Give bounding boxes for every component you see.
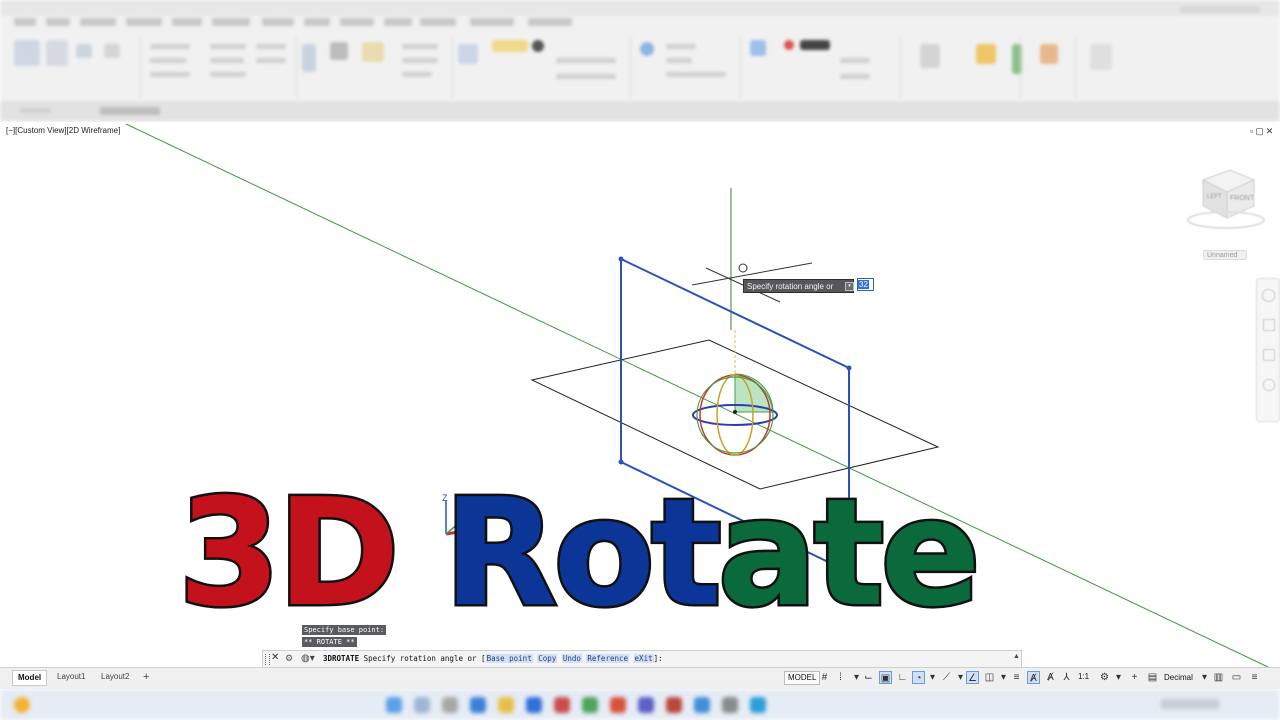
app-icon[interactable] [694, 697, 710, 713]
wrench-icon[interactable]: ⚙ [285, 653, 293, 664]
annotation-visibility-icon[interactable]: Ⱥ [1044, 671, 1057, 684]
option-base-point[interactable]: Base point [485, 654, 533, 663]
chevron-up-icon[interactable]: ▲ [1013, 653, 1020, 660]
object-snap-tracking-icon[interactable]: ◫ [983, 671, 996, 684]
autocad-icon[interactable] [666, 697, 682, 713]
osnap-icon[interactable]: ∠ [966, 671, 979, 684]
title-3d: 3D [176, 467, 403, 639]
tab-layout2[interactable]: Layout2 [96, 670, 134, 684]
video-title-overlay: 3D Rotate [176, 476, 984, 631]
browser-icon[interactable] [526, 697, 542, 713]
zoom-icon[interactable] [1263, 349, 1275, 361]
task-view-icon[interactable] [442, 697, 458, 713]
annotation-icon[interactable]: Ⱥ [1027, 671, 1040, 684]
units-dropdown[interactable]: Decimal [1164, 673, 1193, 682]
app-icon[interactable] [554, 697, 570, 713]
navigation-bar[interactable] [1256, 278, 1280, 422]
chevron-down-icon[interactable]: ▾ [1112, 671, 1125, 684]
os-taskbar [0, 689, 1280, 720]
history-line: ** ROTATE ** [302, 637, 357, 647]
dynamic-input-icon[interactable]: ▣ [879, 671, 892, 684]
command-history: Specify base point: ** ROTATE ** [302, 625, 387, 649]
rotation-angle-input[interactable]: 32 [857, 278, 874, 291]
history-line: Specify base point: [302, 625, 387, 635]
model-space-button[interactable]: MODEL [784, 671, 821, 685]
app-icon[interactable] [582, 697, 598, 713]
command-prompt-end: ]: [653, 654, 663, 663]
app-icon[interactable] [470, 697, 486, 713]
command-line[interactable]: ✕ ⚙ ◍▾ 3DROTATE Specify rotation angle o… [262, 650, 1022, 668]
widget-icon[interactable] [14, 697, 30, 713]
orbit-icon[interactable] [1263, 379, 1275, 391]
option-exit[interactable]: eXit [633, 654, 654, 663]
start-icon[interactable] [386, 697, 402, 713]
viewcube-front-face[interactable]: FRONT [1230, 195, 1255, 202]
viewcube-left-face[interactable]: LEFT [1207, 194, 1222, 200]
polar-icon[interactable]: ◔ [912, 671, 925, 684]
workspace-icon[interactable]: ⚙ [1098, 671, 1111, 684]
command-prompt-text: Specify rotation angle or [ [363, 654, 486, 663]
chevron-down-icon[interactable]: ▾ [997, 671, 1010, 684]
system-tray[interactable] [1160, 699, 1220, 709]
rotate-gizmo[interactable] [692, 373, 778, 456]
quick-properties-icon[interactable]: ▥ [1212, 671, 1225, 684]
title-ate: ate [715, 467, 983, 639]
command-line-grip[interactable] [265, 654, 270, 665]
title-rot: Rot [441, 467, 724, 639]
tab-layout1[interactable]: Layout1 [52, 670, 90, 684]
app-icon[interactable] [610, 697, 626, 713]
grid-icon[interactable]: # [818, 671, 831, 684]
chevron-down-icon[interactable]: ▾ [926, 671, 939, 684]
clean-screen-icon[interactable]: ▭ [1230, 671, 1243, 684]
command-name: 3DROTATE [323, 654, 360, 663]
annotation-scale[interactable]: 1:1 [1078, 672, 1089, 681]
option-undo[interactable]: Undo [561, 654, 582, 663]
add-layout-button[interactable]: + [138, 670, 154, 684]
steering-wheel-icon[interactable] [1262, 289, 1275, 302]
rotation-angle-value[interactable]: 32 [858, 280, 869, 289]
app-icon[interactable] [722, 697, 738, 713]
pan-icon[interactable] [1263, 319, 1275, 331]
dynamic-input-tooltip: Specify rotation angle or [743, 279, 854, 293]
app-icon[interactable] [750, 697, 766, 713]
units-icon[interactable]: ▤ [1146, 671, 1159, 684]
tooltip-options-arrow[interactable]: ▾ [845, 282, 854, 291]
command-prompt[interactable]: 3DROTATE Specify rotation angle or [Base… [323, 654, 663, 663]
customize-icon[interactable]: ≡ [1248, 671, 1261, 684]
folder-icon[interactable] [498, 697, 514, 713]
osnap-marker [738, 263, 748, 273]
chevron-down-icon[interactable]: ▾ [1198, 671, 1211, 684]
app-icon[interactable] [638, 697, 654, 713]
ortho-icon[interactable]: ∟ [896, 671, 909, 684]
tab-model[interactable]: Model [12, 670, 48, 686]
close-icon[interactable]: ✕ [271, 652, 279, 663]
option-reference[interactable]: Reference [586, 654, 630, 663]
option-copy[interactable]: Copy [537, 654, 558, 663]
auto-scale-icon[interactable]: ⅄ [1060, 671, 1073, 684]
lineweight-icon[interactable]: ≡ [1010, 671, 1023, 684]
isodraft-icon[interactable]: ⟋ [940, 671, 953, 684]
plus-icon[interactable]: + [1128, 671, 1141, 684]
infer-icon[interactable]: ⌙ [862, 671, 875, 684]
named-view-dropdown[interactable]: Unnamed [1203, 250, 1247, 260]
globe-icon[interactable]: ◍▾ [301, 653, 315, 664]
snap-icon[interactable]: ⁞ [834, 671, 847, 684]
status-bar: Model Layout1 Layout2 + MODEL # ⁞ ▾ ⌙ ▣ … [0, 667, 1280, 689]
search-icon[interactable] [414, 697, 430, 713]
